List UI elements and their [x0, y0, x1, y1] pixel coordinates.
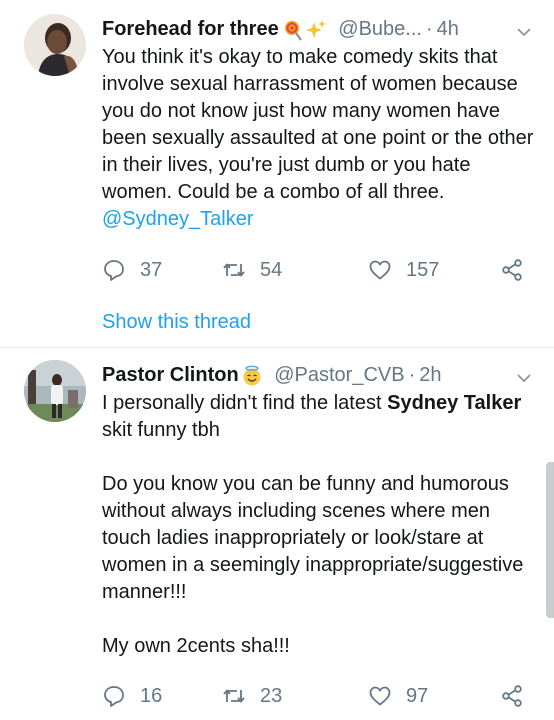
tweet-text-content: You think it's okay to make comedy skits… — [102, 46, 539, 203]
reply-icon — [104, 260, 124, 281]
avatar[interactable] — [24, 360, 86, 422]
chevron-down-icon[interactable] — [516, 370, 532, 386]
retweet-button[interactable]: 23 — [222, 682, 282, 710]
retweet-count: 23 — [260, 684, 283, 707]
like-count: 97 — [406, 684, 429, 707]
user-handle[interactable]: @Pastor_CVB — [274, 364, 404, 386]
heart-icon — [369, 260, 391, 280]
like-button[interactable]: 157 — [368, 256, 439, 284]
reply-button[interactable]: 37 — [102, 256, 162, 284]
mention-link[interactable]: @Sydney_Talker — [102, 208, 253, 230]
retweet-count: 54 — [260, 258, 283, 281]
tweet-header: Forehead for three @Bube... · 4h — [102, 14, 540, 44]
halo-smile-emoji-icon — [241, 365, 263, 387]
tweet[interactable]: Forehead for three @Bube... · 4h You think… — [0, 0, 554, 348]
tweet-actions: 37 54 157 — [102, 256, 532, 284]
share-icon — [502, 685, 522, 707]
tweet-actions: 16 23 97 — [102, 682, 532, 710]
tweet-text: You think it's okay to make comedy skits… — [102, 44, 542, 233]
timestamp[interactable]: 4h — [437, 18, 459, 40]
avatar[interactable] — [24, 14, 86, 76]
tweet-text-bold: Sydney Talker — [387, 392, 522, 414]
share-button[interactable] — [500, 256, 524, 284]
share-button[interactable] — [500, 682, 524, 710]
tweet-text: I personally didn't find the latest Sydn… — [102, 390, 542, 660]
heart-icon — [369, 686, 391, 706]
like-count: 157 — [406, 258, 440, 281]
user-handle[interactable]: @Bube... — [338, 18, 422, 40]
retweet-icon — [223, 689, 245, 703]
reply-button[interactable]: 16 — [102, 682, 162, 710]
separator-dot: · — [408, 364, 416, 386]
timestamp[interactable]: 2h — [419, 364, 441, 386]
reply-count: 37 — [140, 258, 163, 281]
tweet[interactable]: Pastor Clinton @Pastor_CVB · 2h I personal… — [0, 348, 554, 720]
display-name[interactable]: Forehead for three — [102, 18, 279, 40]
display-name[interactable]: Pastor Clinton — [102, 364, 239, 386]
show-thread-link[interactable]: Show this thread — [102, 308, 251, 336]
reply-count: 16 — [140, 684, 163, 707]
tweet-header: Pastor Clinton @Pastor_CVB · 2h — [102, 360, 540, 390]
tweet-text-rest: skit funny tbh Do you know you can be fu… — [102, 419, 524, 657]
retweet-button[interactable]: 54 — [222, 256, 282, 284]
lollipop-emoji-icon — [281, 19, 303, 41]
tweet-text-intro: I personally didn't find the latest — [102, 392, 388, 414]
sparkles-emoji-icon — [305, 19, 327, 41]
retweet-icon — [223, 263, 245, 277]
like-button[interactable]: 97 — [368, 682, 428, 710]
reply-icon — [104, 686, 124, 707]
separator-dot: · — [425, 18, 433, 40]
share-icon — [502, 259, 522, 281]
chevron-down-icon[interactable] — [516, 24, 532, 40]
scrollbar-thumb[interactable] — [546, 462, 554, 618]
